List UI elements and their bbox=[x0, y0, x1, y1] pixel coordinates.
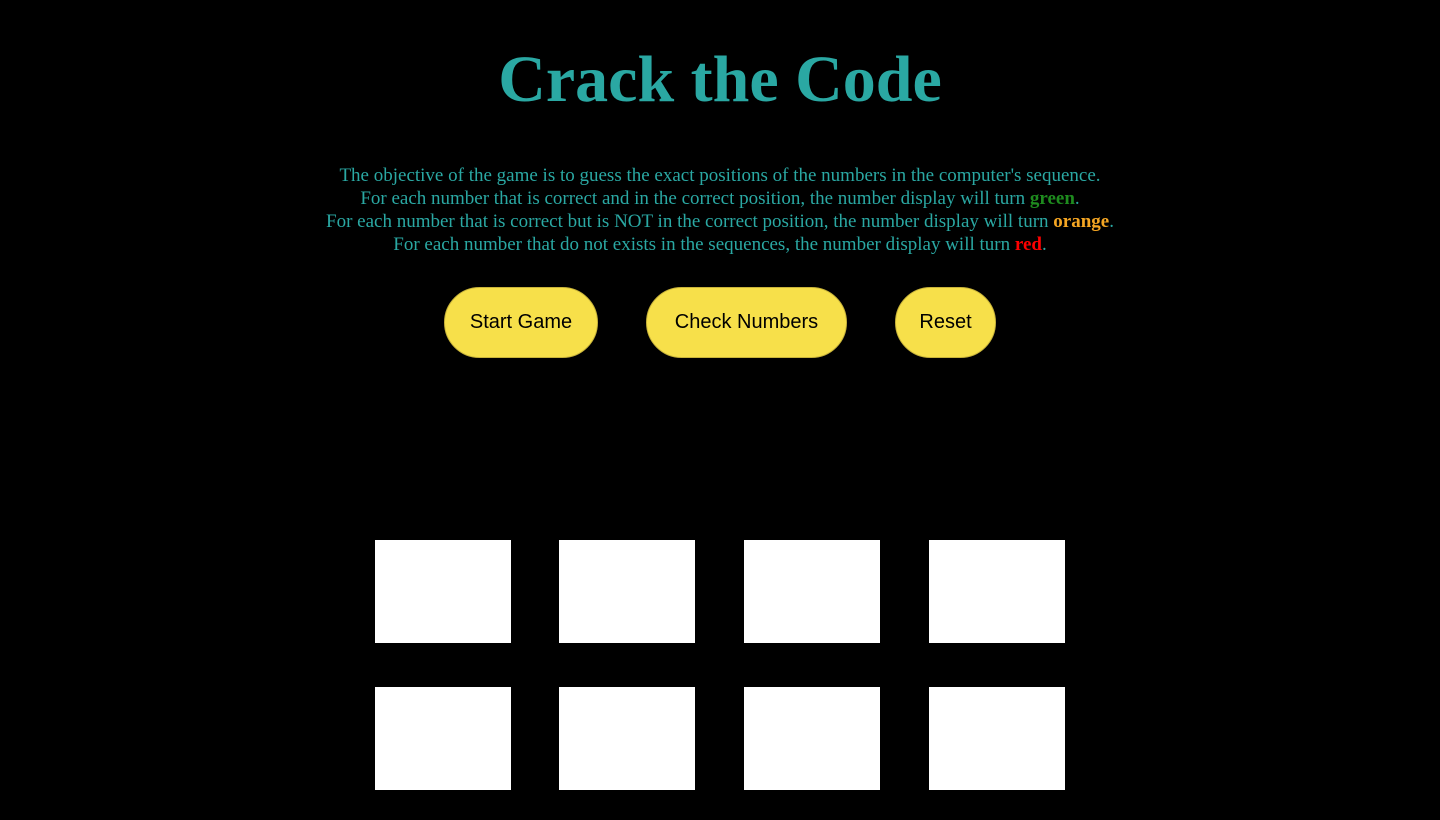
computer-number-display-4 bbox=[929, 540, 1065, 643]
guess-number-input-4[interactable] bbox=[929, 687, 1065, 790]
instruction-text: For each number that is correct but is N… bbox=[326, 211, 1054, 232]
orange-keyword: orange bbox=[1053, 211, 1110, 232]
guess-number-input-1[interactable] bbox=[375, 687, 511, 790]
page-title: Crack the Code bbox=[498, 43, 942, 116]
instructions: The objective of the game is to guess th… bbox=[0, 164, 1440, 256]
guess-number-input-2[interactable] bbox=[559, 687, 695, 790]
computer-number-display-2 bbox=[559, 540, 695, 643]
guess-number-input-3[interactable] bbox=[744, 687, 880, 790]
instruction-line-orange: For each number that is correct but is N… bbox=[0, 210, 1440, 233]
red-keyword: red bbox=[1014, 234, 1042, 255]
instruction-line-red: For each number that do not exists in th… bbox=[0, 233, 1440, 256]
instruction-text: For each number that is correct and in t… bbox=[360, 188, 1030, 209]
green-keyword: green bbox=[1029, 188, 1075, 209]
reset-button[interactable]: Reset bbox=[895, 287, 996, 358]
start-game-button[interactable]: Start Game bbox=[444, 287, 598, 358]
computer-number-display-3 bbox=[744, 540, 880, 643]
instruction-line-green: For each number that is correct and in t… bbox=[0, 187, 1440, 210]
instruction-period: . bbox=[1109, 211, 1114, 232]
instruction-text: For each number that do not exists in th… bbox=[393, 234, 1015, 255]
computer-number-display-1 bbox=[375, 540, 511, 643]
check-numbers-button[interactable]: Check Numbers bbox=[646, 287, 847, 358]
instruction-period: . bbox=[1041, 234, 1047, 255]
instruction-line-objective: The objective of the game is to guess th… bbox=[339, 165, 1101, 186]
instruction-period: . bbox=[1074, 188, 1080, 209]
